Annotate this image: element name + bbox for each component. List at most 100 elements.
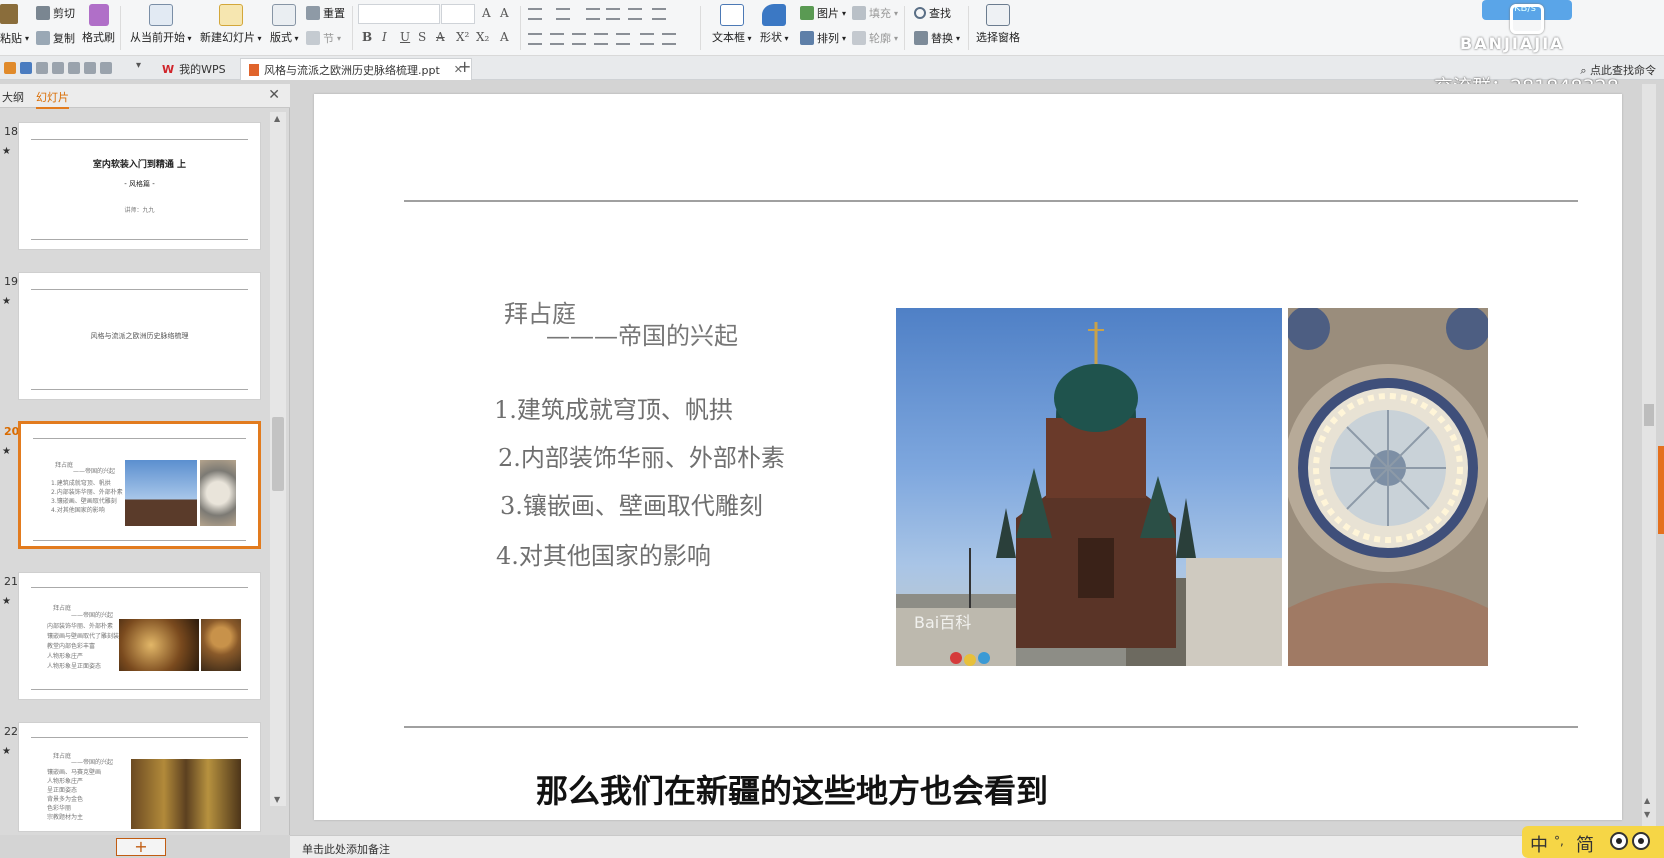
slide-thumbnail-19[interactable]: 风格与流派之欧洲历史脉络梳理 (18, 272, 261, 400)
slide-canvas[interactable]: 拜占庭 ———帝国的兴起 1.建筑成就穹顶、帆拱 2.内部装饰华丽、外部朴素 3… (314, 94, 1622, 820)
thumb-rule (31, 389, 248, 390)
scroll-down-icon[interactable]: ▼ (274, 795, 280, 804)
new-tab-icon[interactable]: + (458, 57, 471, 76)
divider (968, 6, 969, 50)
selection-pane-button[interactable]: 选择窗格 (976, 4, 1020, 45)
shadow-icon[interactable]: S (418, 30, 426, 44)
find-button[interactable]: 查找 (914, 5, 951, 21)
copy-button[interactable]: 复制 (36, 30, 75, 46)
layout-button[interactable]: 版式 ▾ (270, 4, 299, 45)
paste-label-button[interactable]: 粘贴 ▾ (0, 30, 29, 46)
prev-slide-icon[interactable]: ▲ (1644, 796, 1650, 805)
side-handle[interactable] (1658, 446, 1664, 534)
thumb-line: 色彩华丽 (47, 805, 72, 812)
export-pdf-icon[interactable] (36, 62, 48, 74)
clear-format-icon[interactable]: A (500, 30, 509, 44)
thumb-line: 镶嵌画、马赛克壁画 (47, 769, 102, 776)
slide-bullet-3[interactable]: 3.镶嵌画、壁画取代雕刻 (500, 486, 763, 521)
church-photo[interactable]: Bai百科 (896, 308, 1282, 666)
slide-bullet-1[interactable]: 1.建筑成就穹顶、帆拱 (494, 390, 733, 425)
tab-outline[interactable]: 大纲 (2, 89, 24, 105)
thumb-line: 1.建筑成就穹顶、帆拱 (51, 480, 111, 487)
section-button[interactable]: 节 ▾ (306, 30, 341, 46)
picture-button[interactable]: 图片 ▾ (800, 5, 846, 21)
arrange-button[interactable]: 排列 ▾ (800, 30, 846, 46)
customize-dropdown-icon[interactable]: ▾ (136, 60, 141, 71)
ime-mode[interactable]: 简 (1576, 831, 1594, 857)
underline-icon[interactable]: U (400, 30, 410, 44)
increase-indent-icon[interactable] (606, 8, 620, 20)
ime-mascot-icon (1632, 832, 1650, 850)
animation-star-icon: ★ (2, 596, 11, 607)
divider (520, 6, 521, 50)
subscript-icon[interactable]: X₂ (476, 30, 489, 44)
print-icon[interactable] (52, 62, 64, 74)
notes-bar[interactable]: 单击此处添加备注 (290, 835, 1664, 858)
numbering-icon[interactable] (556, 8, 570, 20)
new-slide-button[interactable]: 新建幻灯片 ▾ (200, 4, 262, 45)
font-size-select[interactable] (441, 4, 475, 24)
font-family-select[interactable] (358, 4, 440, 24)
slide-thumbnail-22[interactable]: 拜占庭 ——帝国的兴起 镶嵌画、马赛克壁画 人物形象庄严 呈正面姿态 背景多为金… (18, 722, 261, 832)
italic-icon[interactable]: I (382, 30, 387, 44)
add-slide-button[interactable]: + (116, 838, 166, 856)
justify-icon[interactable] (594, 33, 608, 45)
cut-button[interactable]: 剪切 (36, 5, 75, 21)
reset-button[interactable]: 重置 (306, 5, 345, 21)
thumbnail-scrollbar[interactable]: ▲ ▼ (270, 112, 286, 806)
slide-thumbnail-18[interactable]: 室内软装入门到精通 上 - 风格篇 - 讲师：九九 (18, 122, 261, 250)
slide-thumbnail-20[interactable]: 拜占庭 ——帝国的兴起 1.建筑成就穹顶、帆拱 2.内部装饰华丽、外部朴素 3.… (18, 421, 261, 549)
bold-icon[interactable]: B (362, 30, 372, 44)
slide-number: 19 (4, 275, 18, 288)
scrollbar-thumb[interactable] (272, 417, 284, 491)
format-painter-button[interactable]: 格式刷 (82, 4, 115, 45)
slide-bullet-4[interactable]: 4.对其他国家的影响 (496, 536, 711, 571)
paragraph-spacing-icon[interactable] (662, 33, 676, 45)
print-preview-icon[interactable] (68, 62, 80, 74)
close-icon[interactable]: ✕ (268, 87, 280, 103)
play-from-current-button[interactable]: 从当前开始 ▾ (130, 4, 192, 45)
align-left-icon[interactable] (528, 33, 542, 45)
columns-icon[interactable] (628, 8, 642, 20)
tab-slides[interactable]: 幻灯片 (36, 89, 69, 109)
save-icon[interactable] (20, 62, 32, 74)
replace-button[interactable]: 替换 ▾ (914, 30, 960, 46)
next-slide-icon[interactable]: ▼ (1644, 810, 1650, 819)
menu-icon[interactable] (4, 62, 16, 74)
fill-button[interactable]: 填充 ▾ (852, 5, 898, 21)
ime-toolbar[interactable]: 中 °, 简 (1522, 826, 1664, 858)
shrink-font-icon[interactable]: A (500, 6, 509, 20)
ribbon-toolbar: 粘贴 ▾ 剪切 复制 格式刷 从当前开始 ▾ 新建幻灯片 ▾ 版式 ▾ 重置 节 ▾… (0, 0, 1664, 56)
undo-icon[interactable] (84, 62, 96, 74)
align-right-icon[interactable] (572, 33, 586, 45)
thumb-line: 镶嵌画与壁画取代了雕刻装饰 (47, 633, 126, 640)
align-center-icon[interactable] (550, 33, 564, 45)
dome-interior-photo[interactable] (1288, 308, 1488, 666)
slide-subtitle[interactable]: ———帝国的兴起 (546, 316, 738, 351)
line-spacing-icon[interactable] (640, 33, 654, 45)
distribute-icon[interactable] (616, 33, 630, 45)
ime-language[interactable]: 中 (1530, 831, 1548, 857)
slide-bullet-2[interactable]: 2.内部装饰华丽、外部朴素 (498, 438, 785, 473)
decrease-indent-icon[interactable] (586, 8, 600, 20)
notes-placeholder[interactable]: 单击此处添加备注 (302, 841, 390, 857)
ime-punctuation[interactable]: °, (1554, 834, 1564, 848)
plus-icon: + (134, 837, 148, 856)
scroll-up-icon[interactable]: ▲ (274, 114, 280, 123)
strikethrough-icon[interactable]: A (436, 30, 445, 44)
thumb-line: 人物形象庄严 (47, 653, 84, 660)
redo-icon[interactable] (100, 62, 112, 74)
bullets-icon[interactable] (528, 8, 542, 20)
grow-font-icon[interactable]: A (482, 6, 491, 20)
play-icon (148, 4, 173, 26)
editor-scrollbar[interactable]: ▲ ▼ (1642, 84, 1656, 835)
scrollbar-thumb[interactable] (1644, 404, 1654, 426)
superscript-icon[interactable]: X² (456, 30, 469, 44)
text-direction-icon[interactable] (652, 8, 666, 20)
shape-button[interactable]: 形状 ▾ (760, 4, 789, 45)
paste-button[interactable] (0, 4, 18, 24)
textbox-button[interactable]: 文本框 ▾ (712, 4, 752, 45)
outline-button[interactable]: 轮廓 ▾ (852, 30, 898, 46)
tab-document[interactable]: 风格与流派之欧洲历史脉络梳理.ppt ✕ (240, 58, 472, 80)
slide-thumbnail-21[interactable]: 拜占庭 ——帝国的兴起 内部装饰华丽、外部朴素 镶嵌画与壁画取代了雕刻装饰 教堂… (18, 572, 261, 700)
